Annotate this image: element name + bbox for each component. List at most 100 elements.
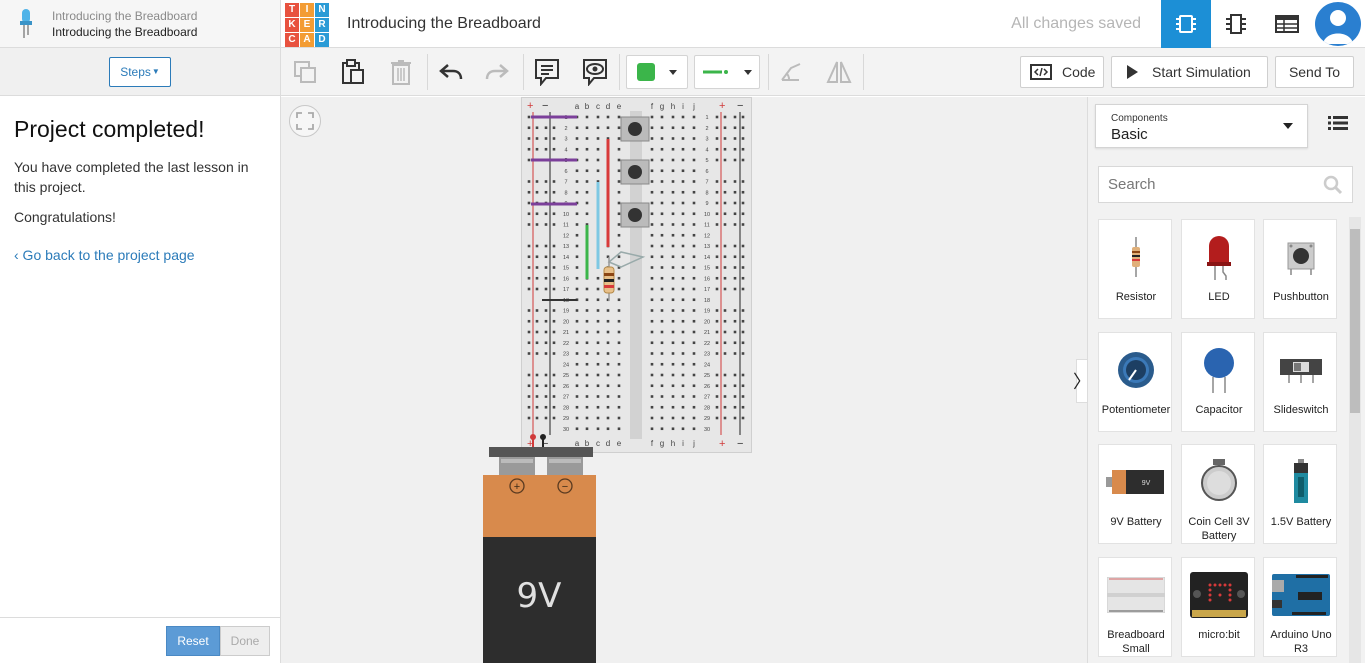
toolbar-divider	[768, 54, 769, 90]
user-avatar[interactable]	[1315, 2, 1361, 46]
code-icon	[1030, 64, 1052, 80]
circuit-view-icon	[1176, 15, 1196, 33]
breadboard-column-label: e	[617, 439, 622, 448]
collapse-panel-button[interactable]: 〉	[1073, 359, 1087, 403]
start-simulation-button[interactable]: Start Simulation	[1111, 56, 1268, 88]
components-scrollbar[interactable]	[1349, 217, 1361, 663]
wire-type-dropdown[interactable]	[694, 55, 760, 89]
component-card-slideswitch[interactable]: Slideswitch	[1263, 332, 1337, 432]
list-view-toggle[interactable]	[1328, 115, 1348, 136]
note-icon	[535, 59, 559, 86]
breadboard-row-number: 9	[705, 201, 708, 207]
lesson-heading: Project completed!	[14, 116, 205, 142]
pushbuttons[interactable]	[620, 116, 650, 228]
component-card-potentiometer[interactable]: Potentiometer	[1098, 332, 1172, 432]
top-header: T I N K E R C A D Introducing the Breadb…	[281, 0, 1365, 48]
breadboard-column-label: c	[596, 102, 600, 111]
schematic-view-icon	[1226, 14, 1246, 34]
send-to-button[interactable]: Send To	[1275, 56, 1354, 88]
component-card-resistor[interactable]: Resistor	[1098, 219, 1172, 319]
breadboard-row-number: 7	[705, 180, 708, 186]
breadboard-column-label: d	[606, 439, 610, 448]
search-input[interactable]	[1099, 167, 1319, 202]
breadboard-row-number: 30	[563, 427, 569, 433]
circuit-view-button[interactable]	[1161, 0, 1211, 48]
component-card-led[interactable]: LED	[1181, 219, 1255, 319]
component-name: 9V Battery	[1110, 516, 1162, 528]
breadboard-row-number: 6	[705, 169, 708, 175]
table-icon	[1275, 15, 1299, 33]
potentiometer-icon	[1099, 343, 1173, 397]
component-card-microbit[interactable]: micro:bit	[1181, 557, 1255, 657]
circuit-canvas[interactable]: + − + − + − + − abcdefghij abcdefghij 11…	[281, 97, 1087, 663]
breadboard[interactable]: + − + − + − + − abcdefghij abcdefghij 11…	[521, 97, 753, 455]
rail-minus-label: −	[737, 100, 743, 112]
breadboard-row-number: 26	[704, 384, 710, 390]
back-to-project-link[interactable]: ‹ Go back to the project page	[14, 247, 195, 263]
copy-button[interactable]	[289, 56, 321, 88]
done-button[interactable]: Done	[220, 625, 270, 656]
breadboard-column-label: d	[606, 102, 610, 111]
toolbar-divider	[863, 54, 864, 90]
component-card-1-5v-battery[interactable]: 1.5V Battery	[1263, 444, 1337, 544]
component-list-view-button[interactable]	[1262, 0, 1312, 48]
breadboard-row-number: 28	[704, 405, 710, 411]
paste-button[interactable]	[337, 56, 369, 88]
delete-button[interactable]	[385, 56, 417, 88]
component-card-breadboard-small[interactable]: Breadboard Small	[1098, 557, 1172, 657]
breadboard-row-number: 10	[563, 212, 569, 218]
toolbar: Code Start Simulation Send To	[281, 48, 1365, 96]
component-card-arduino-uno[interactable]: Arduino Uno R3	[1263, 557, 1337, 657]
breadboard-column-label: g	[660, 102, 664, 111]
save-status: All changes saved	[1011, 14, 1141, 32]
start-simulation-label: Start Simulation	[1152, 64, 1251, 80]
breadboard-row-number: 4	[705, 147, 708, 153]
breadboard-row-number: 14	[704, 255, 710, 261]
rotate-button[interactable]	[775, 56, 807, 88]
app-window: Introducing the Breadboard Introducing t…	[0, 0, 1365, 663]
breadboard-row-number: 24	[704, 362, 710, 368]
component-name: Capacitor	[1195, 404, 1243, 416]
breadboard-row-number: 15	[563, 266, 569, 272]
tinkercad-logo[interactable]: T I N K E R C A D	[283, 1, 329, 47]
components-category-dropdown[interactable]: Components Basic	[1095, 104, 1308, 148]
fill-color-dropdown[interactable]	[626, 55, 688, 89]
breadboard-row-number: 6	[564, 169, 567, 175]
component-card-pushbutton[interactable]: Pushbutton	[1263, 219, 1337, 319]
redo-button[interactable]	[479, 56, 515, 88]
component-card-9v-battery[interactable]: 9V 9V Battery	[1098, 444, 1172, 544]
notes-button[interactable]	[531, 56, 563, 88]
9v-battery-icon: 9V	[1099, 455, 1173, 509]
flip-button[interactable]	[823, 56, 855, 88]
resistor-icon	[1099, 230, 1173, 284]
lesson-body: Project completed! You have completed th…	[0, 96, 280, 285]
design-title[interactable]: Introducing the Breadboard	[347, 15, 541, 33]
breadboard-column-label: h	[671, 439, 675, 448]
breadboard-row-number: 8	[564, 190, 567, 196]
steps-dropdown-button[interactable]: Steps ▼	[109, 56, 171, 87]
component-name: micro:bit	[1198, 629, 1240, 641]
toggle-notes-visibility-button[interactable]	[579, 56, 611, 88]
schematic-view-button[interactable]	[1211, 0, 1261, 48]
component-name: Potentiometer	[1101, 404, 1171, 416]
component-card-coin-cell[interactable]: Coin Cell 3V Battery	[1181, 444, 1255, 544]
breadboard-column-label: i	[682, 102, 684, 111]
code-button[interactable]: Code	[1020, 56, 1104, 88]
search-icon[interactable]	[1323, 175, 1343, 195]
component-card-capacitor[interactable]: Capacitor	[1181, 332, 1255, 432]
reset-button[interactable]: Reset	[166, 625, 220, 656]
svg-text:9V: 9V	[1142, 480, 1151, 487]
zoom-to-fit-button[interactable]	[289, 105, 321, 137]
9v-battery-part[interactable]: + − 9V	[483, 447, 599, 663]
breadboard-row-number: 27	[704, 395, 710, 401]
rail-plus-label: +	[527, 100, 533, 112]
breadboard-row-number: 15	[704, 266, 710, 272]
breadboard-row-number: 2	[705, 126, 708, 132]
battery-plus-label: +	[514, 481, 520, 493]
scrollbar-thumb[interactable]	[1350, 229, 1360, 413]
color-swatch	[637, 63, 655, 81]
undo-button[interactable]	[433, 56, 469, 88]
logo-letter: E	[300, 17, 314, 32]
caret-down-icon: ▼	[151, 67, 160, 76]
breadboard-column-label: e	[617, 102, 622, 111]
